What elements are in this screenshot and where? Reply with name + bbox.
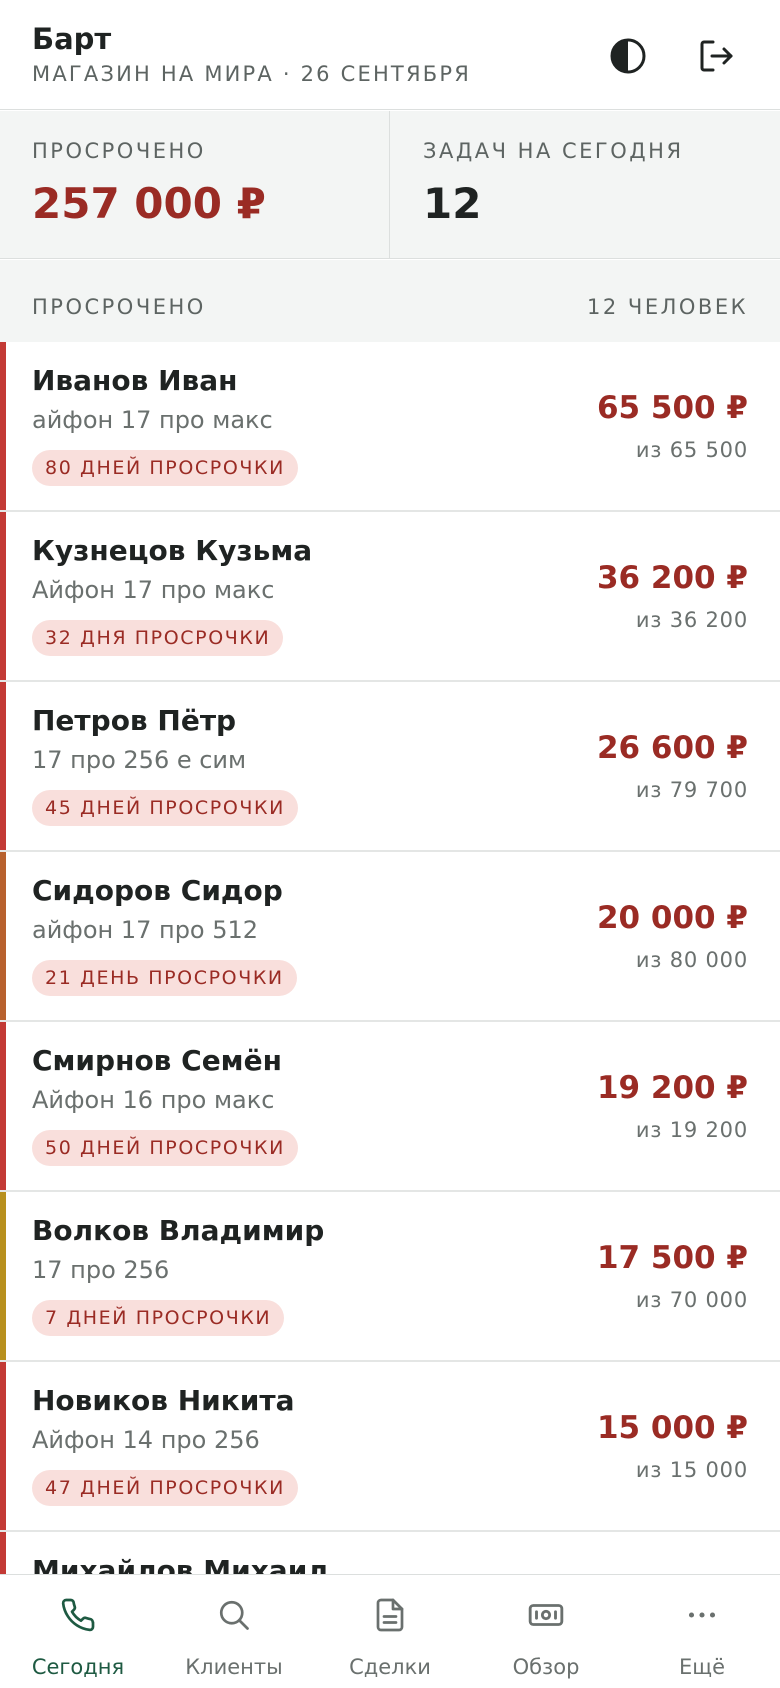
- overdue-stat: ПРОСРОЧЕНО 257 000 ₽: [0, 111, 390, 259]
- client-device: айфон 17 про макс: [32, 406, 273, 434]
- contrast-icon: [610, 38, 646, 74]
- summary-stats: ПРОСРОЧЕНО 257 000 ₽ ЗАДАЧ НА СЕГОДНЯ 12: [0, 111, 780, 259]
- overdue-badge: 50 ДНЕЙ ПРОСРОЧКИ: [32, 1130, 298, 1166]
- total-amount: из 36 200: [635, 608, 748, 632]
- nav-label: Сделки: [349, 1655, 431, 1679]
- client-row[interactable]: Михайлов Михаил: [0, 1532, 780, 1574]
- total-amount: из 79 700: [635, 778, 748, 802]
- client-name: Волков Владимир: [32, 1214, 325, 1247]
- overdue-amount: 36 200 ₽: [596, 560, 748, 596]
- app-header: Барт МАГАЗИН НА МИРА · 26 СЕНТЯБРЯ: [0, 0, 780, 110]
- theme-toggle-button[interactable]: [602, 30, 654, 82]
- tasks-stat: ЗАДАЧ НА СЕГОДНЯ 12: [391, 111, 780, 259]
- nav-label: Сегодня: [31, 1655, 125, 1679]
- search-icon: [212, 1593, 256, 1637]
- client-name: Смирнов Семён: [32, 1044, 282, 1077]
- total-amount: из 80 000: [635, 948, 748, 972]
- client-row[interactable]: Иванов Иван айфон 17 про макс 80 ДНЕЙ ПР…: [0, 342, 780, 512]
- logout-button[interactable]: [690, 30, 742, 82]
- client-device: 17 про 256 е сим: [32, 746, 247, 774]
- overdue-amount: 20 000 ₽: [596, 900, 748, 936]
- client-device: Айфон 17 про макс: [32, 576, 275, 604]
- section-header: ПРОСРОЧЕНО 12 ЧЕЛОВЕК: [0, 260, 780, 342]
- status-bar: [0, 1022, 6, 1190]
- overdue-badge: 7 ДНЕЙ ПРОСРОЧКИ: [32, 1300, 285, 1336]
- section-count: 12 ЧЕЛОВЕК: [587, 295, 748, 319]
- nav-item-deals[interactable]: Сделки: [312, 1575, 468, 1688]
- overdue-badge: 80 ДНЕЙ ПРОСРОЧКИ: [32, 450, 298, 486]
- nav-item-more[interactable]: Ещё: [624, 1575, 780, 1688]
- section-title: ПРОСРОЧЕНО: [32, 295, 206, 319]
- nav-item-clients[interactable]: Клиенты: [156, 1575, 312, 1688]
- overdue-badge: 21 ДЕНЬ ПРОСРОЧКИ: [32, 960, 297, 996]
- client-row[interactable]: Смирнов Семён Айфон 16 про макс 50 ДНЕЙ …: [0, 1022, 780, 1192]
- page-title: Барт: [32, 22, 112, 56]
- client-device: айфон 17 про 512: [32, 916, 259, 944]
- client-name: Михайлов Михаил: [32, 1554, 328, 1574]
- client-row[interactable]: Сидоров Сидор айфон 17 про 512 21 ДЕНЬ П…: [0, 852, 780, 1022]
- tasks-stat-label: ЗАДАЧ НА СЕГОДНЯ: [423, 139, 684, 163]
- banknote-icon: [524, 1593, 568, 1637]
- client-device: Айфон 14 про 256: [32, 1426, 260, 1454]
- nav-item-overview[interactable]: Обзор: [468, 1575, 624, 1688]
- client-name: Петров Пётр: [32, 704, 237, 737]
- overdue-stat-label: ПРОСРОЧЕНО: [32, 139, 206, 163]
- nav-label: Обзор: [512, 1655, 580, 1679]
- overdue-amount: 65 500 ₽: [596, 390, 748, 426]
- status-bar: [0, 512, 6, 680]
- logout-icon: [700, 40, 733, 72]
- overdue-badge: 47 ДНЕЙ ПРОСРОЧКИ: [32, 1470, 298, 1506]
- status-bar: [0, 342, 6, 510]
- client-row[interactable]: Петров Пётр 17 про 256 е сим 45 ДНЕЙ ПРО…: [0, 682, 780, 852]
- total-amount: из 15 000: [635, 1458, 748, 1482]
- client-name: Кузнецов Кузьма: [32, 534, 313, 567]
- status-bar: [0, 852, 6, 1020]
- client-device: 17 про 256: [32, 1256, 170, 1284]
- overdue-amount: 19 200 ₽: [596, 1070, 748, 1106]
- status-bar: [0, 682, 6, 850]
- client-row[interactable]: Кузнецов Кузьма Айфон 17 про макс 32 ДНЯ…: [0, 512, 780, 682]
- nav-label: Ещё: [679, 1655, 725, 1679]
- overdue-badge: 45 ДНЕЙ ПРОСРОЧКИ: [32, 790, 298, 826]
- status-bar: [0, 1362, 6, 1530]
- client-name: Сидоров Сидор: [32, 874, 283, 907]
- more-icon: [680, 1593, 724, 1637]
- tasks-stat-value: 12: [423, 179, 482, 228]
- total-amount: из 70 000: [635, 1288, 748, 1312]
- total-amount: из 65 500: [635, 438, 748, 462]
- client-name: Иванов Иван: [32, 364, 238, 397]
- nav-item-today[interactable]: Сегодня: [0, 1575, 156, 1688]
- client-row[interactable]: Волков Владимир 17 про 256 7 ДНЕЙ ПРОСРО…: [0, 1192, 780, 1362]
- document-icon: [368, 1593, 412, 1637]
- status-bar: [0, 1532, 6, 1574]
- overdue-badge: 32 ДНЯ ПРОСРОЧКИ: [32, 620, 284, 656]
- client-device: Айфон 16 про макс: [32, 1086, 275, 1114]
- client-row[interactable]: Новиков Никита Айфон 14 про 256 47 ДНЕЙ …: [0, 1362, 780, 1532]
- status-bar: [0, 1192, 6, 1360]
- overdue-amount: 15 000 ₽: [596, 1410, 748, 1446]
- overdue-amount: 17 500 ₽: [596, 1240, 748, 1276]
- store-and-date: МАГАЗИН НА МИРА · 26 СЕНТЯБРЯ: [32, 62, 472, 86]
- phone-icon: [56, 1593, 100, 1637]
- overdue-amount: 26 600 ₽: [596, 730, 748, 766]
- nav-label: Клиенты: [185, 1655, 283, 1679]
- overdue-stat-value: 257 000 ₽: [32, 179, 266, 228]
- client-name: Новиков Никита: [32, 1384, 295, 1417]
- overdue-client-list: Иванов Иван айфон 17 про макс 80 ДНЕЙ ПР…: [0, 342, 780, 1574]
- bottom-navigation: Сегодня Клиенты Сделки Обзор Ещё: [0, 1574, 780, 1688]
- total-amount: из 19 200: [635, 1118, 748, 1142]
